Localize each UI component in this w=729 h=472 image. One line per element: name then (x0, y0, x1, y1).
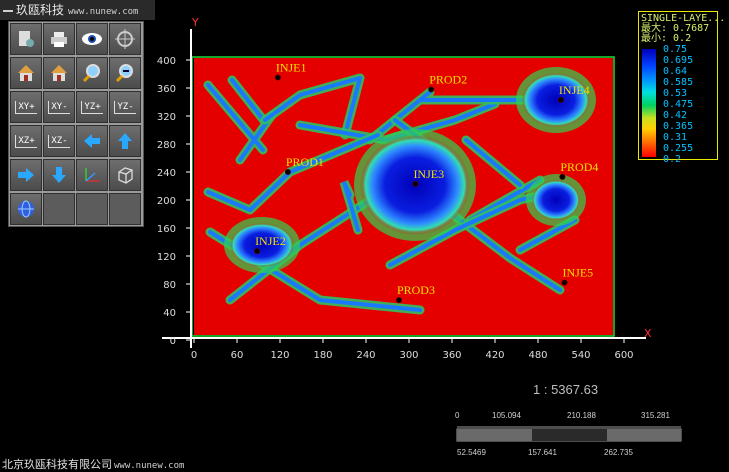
scale-bottom-label: 52.5469 (457, 448, 486, 457)
y-tick-label: 360 (157, 84, 176, 95)
well-marker-prod1[interactable] (284, 169, 291, 175)
colorbar-tick-label: 0.53 (663, 88, 688, 99)
well-label-prod3: PROD3 (397, 283, 435, 297)
x-tick-label: 240 (356, 350, 375, 361)
well-label-inje5: INJE5 (563, 266, 594, 280)
colorbar-tick-label: 0.585 (663, 77, 694, 88)
colorbar-tick-label: 0.2 (663, 154, 682, 165)
y-tick-label: 0 (170, 336, 176, 347)
well-marker-inje5[interactable] (561, 279, 568, 286)
y-tick-label: 240 (157, 168, 176, 179)
well-marker-prod4[interactable] (559, 173, 566, 180)
scale-top-label: 210.188 (567, 411, 596, 420)
y-tick-label: 80 (163, 280, 176, 291)
y-tick-label: 280 (157, 140, 176, 151)
x-tick-label: 300 (399, 350, 418, 361)
x-tick-label: 420 (485, 350, 504, 361)
colorbar-ramp (642, 49, 656, 157)
well-label-inje1: INJE1 (276, 61, 307, 75)
well-marker-prod2[interactable] (428, 86, 435, 93)
well-marker-prod3[interactable] (395, 297, 402, 304)
x-tick-label: 600 (614, 350, 633, 361)
well-label-prod1: PROD1 (286, 155, 324, 169)
scale-top-label: 315.281 (641, 411, 670, 420)
map-plot[interactable]: X Y 0 60 120 180 240 300 360 420 480 540 600 0 40 80 120… (0, 0, 729, 472)
scale-ratio: 1 : 5367.63 (533, 382, 599, 397)
y-tick-label: 400 (157, 56, 176, 67)
y-tick-label: 40 (163, 308, 176, 319)
colorbar-tick-label: 0.64 (663, 66, 688, 77)
well-marker-inje3[interactable] (412, 180, 419, 187)
well-label-prod2: PROD2 (429, 72, 467, 86)
scale-bottom-label: 262.735 (604, 448, 633, 457)
well-marker-inje1[interactable] (274, 74, 281, 81)
colorbar-min: 最小: 0.2 (641, 33, 692, 44)
well-marker-inje2[interactable] (254, 248, 261, 255)
x-axis-label: X (644, 327, 652, 340)
colorbar-tick-label: 0.42 (663, 110, 688, 121)
scale-top-label: 105.094 (492, 411, 521, 420)
colorbar-tick-label: 0.255 (663, 143, 694, 154)
x-tick-label: 180 (313, 350, 332, 361)
colorbar-legend: SINGLE-LAYE... 最大: 0.7687 最小: 0.2 0.75 0.… (638, 11, 725, 165)
y-tick-label: 120 (157, 252, 176, 263)
footer: 北京玖瓯科技有限公司 www.nunew.com (2, 456, 184, 472)
x-tick-label: 480 (528, 350, 547, 361)
colorbar-tick-label: 0.75 (663, 44, 688, 55)
well-marker-inje4[interactable] (557, 96, 564, 103)
x-tick-label: 360 (442, 350, 461, 361)
well-label-inje3: INJE3 (413, 167, 444, 181)
y-axis-label: Y (191, 16, 199, 29)
y-tick-label: 160 (157, 224, 176, 235)
colorbar-tick-label: 0.695 (663, 55, 694, 66)
y-tick-label: 320 (157, 112, 176, 123)
scale-bottom-label: 157.641 (528, 448, 557, 457)
well-label-inje2: INJE2 (255, 234, 286, 248)
x-tick-label: 120 (270, 350, 289, 361)
scale-top-label: 0 (455, 411, 460, 420)
x-tick-label: 540 (571, 350, 590, 361)
y-tick-label: 200 (157, 196, 176, 207)
well-label-prod4: PROD4 (560, 160, 598, 174)
colorbar-tick-label: 0.475 (663, 99, 694, 110)
well-label-inje4: INJE4 (559, 83, 590, 97)
x-tick-label: 60 (231, 350, 244, 361)
footer-url: www.nunew.com (114, 461, 185, 471)
colorbar-tick-label: 0.365 (663, 121, 694, 132)
inje4-swept-zone (522, 73, 590, 127)
x-tick-label: 0 (191, 350, 197, 361)
colorbar-tick-label: 0.31 (663, 132, 688, 143)
footer-company: 北京玖瓯科技有限公司 (2, 458, 112, 471)
prod4-swept-zone (532, 180, 580, 220)
